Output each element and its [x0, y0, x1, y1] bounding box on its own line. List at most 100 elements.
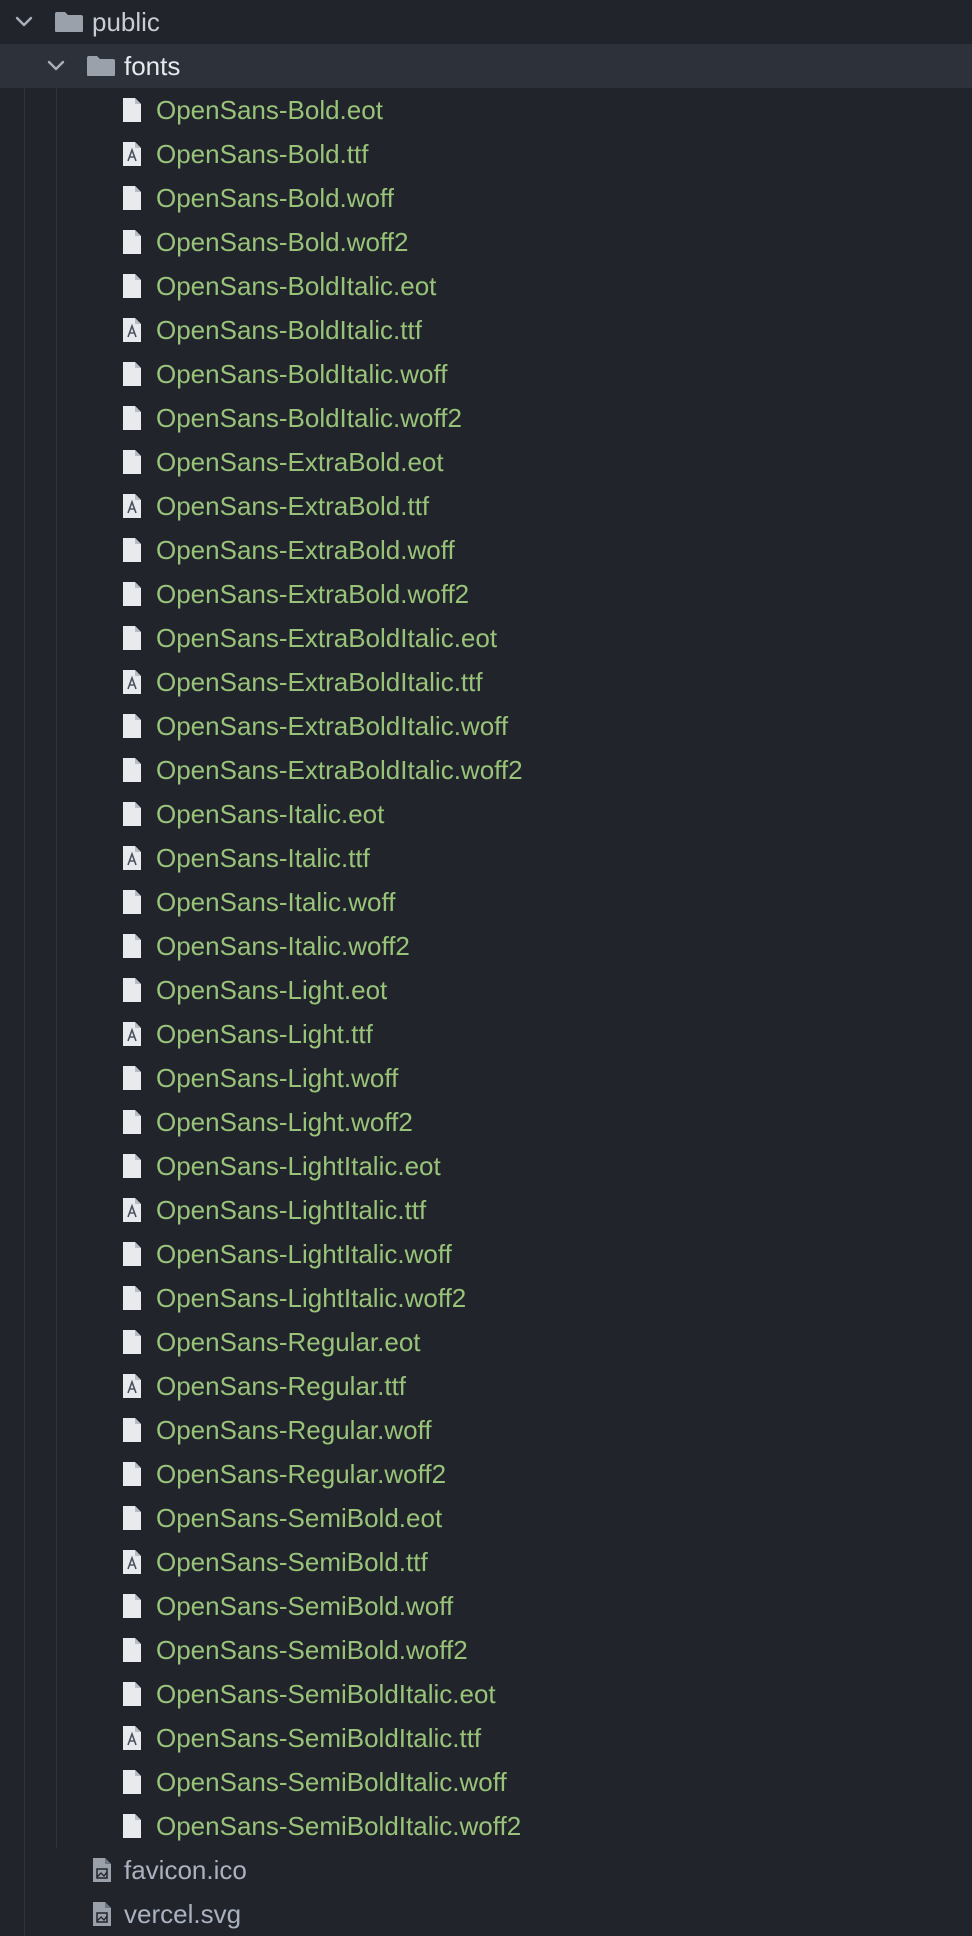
tree-file-row[interactable]: OpenSans-LightItalic.woff [0, 1232, 972, 1276]
font-file-icon [122, 1373, 142, 1399]
tree-file-row[interactable]: OpenSans-Bold.woff2 [0, 220, 972, 264]
font-file-icon [122, 141, 142, 167]
tree-file-row[interactable]: OpenSans-ExtraBold.eot [0, 440, 972, 484]
tree-file-row[interactable]: OpenSans-ExtraBoldItalic.woff [0, 704, 972, 748]
chevron-down-icon[interactable] [45, 55, 67, 77]
tree-file-row[interactable]: OpenSans-LightItalic.ttf [0, 1188, 972, 1232]
file-label: OpenSans-Italic.eot [156, 799, 385, 829]
file-label: OpenSans-BoldItalic.ttf [156, 315, 422, 345]
tree-file-row[interactable]: OpenSans-LightItalic.eot [0, 1144, 972, 1188]
tree-file-row[interactable]: OpenSans-Light.eot [0, 968, 972, 1012]
file-label: OpenSans-Regular.eot [156, 1327, 421, 1357]
file-label: OpenSans-SemiBoldItalic.woff2 [156, 1811, 522, 1841]
file-icon [122, 581, 142, 607]
tree-file-row[interactable]: OpenSans-ExtraBold.ttf [0, 484, 972, 528]
tree-file-row[interactable]: OpenSans-SemiBoldItalic.ttf [0, 1716, 972, 1760]
font-file-icon [122, 1725, 142, 1751]
tree-file-row[interactable]: OpenSans-SemiBoldItalic.woff2 [0, 1804, 972, 1848]
file-label: OpenSans-ExtraBoldItalic.eot [156, 623, 498, 653]
file-icon [122, 1065, 142, 1091]
tree-folder-fonts[interactable]: fonts [0, 44, 972, 88]
tree-file-row[interactable]: OpenSans-BoldItalic.eot [0, 264, 972, 308]
tree-file-row[interactable]: OpenSans-BoldItalic.woff [0, 352, 972, 396]
tree-file-row[interactable]: OpenSans-LightItalic.woff2 [0, 1276, 972, 1320]
font-file-icon [122, 493, 142, 519]
tree-file-row[interactable]: OpenSans-Light.woff [0, 1056, 972, 1100]
folder-label: public [92, 7, 160, 37]
file-label: OpenSans-SemiBold.eot [156, 1503, 443, 1533]
file-label: OpenSans-Light.ttf [156, 1019, 373, 1049]
chevron-down-icon[interactable] [13, 11, 35, 33]
tree-file-row[interactable]: OpenSans-BoldItalic.woff2 [0, 396, 972, 440]
tree-file-row[interactable]: OpenSans-Italic.woff2 [0, 924, 972, 968]
file-icon [122, 1769, 142, 1795]
file-icon [122, 1505, 142, 1531]
file-label: OpenSans-Light.eot [156, 975, 388, 1005]
tree-file-row[interactable]: OpenSans-Light.woff2 [0, 1100, 972, 1144]
tree-file-row[interactable]: OpenSans-Italic.ttf [0, 836, 972, 880]
file-tree: public fonts OpenSans-Bold.eot OpenSans-B… [0, 0, 972, 1936]
tree-file-row[interactable]: OpenSans-ExtraBold.woff [0, 528, 972, 572]
font-file-icon [122, 1549, 142, 1575]
file-label: OpenSans-SemiBold.ttf [156, 1547, 428, 1577]
tree-file-row[interactable]: OpenSans-Italic.eot [0, 792, 972, 836]
tree-file-row[interactable]: OpenSans-Regular.ttf [0, 1364, 972, 1408]
font-file-icon [122, 1021, 142, 1047]
font-file-icon [122, 1197, 142, 1223]
file-icon [122, 1813, 142, 1839]
file-label: OpenSans-BoldItalic.woff [156, 359, 448, 389]
file-icon [122, 1461, 142, 1487]
file-label: OpenSans-ExtraBoldItalic.woff [156, 711, 509, 741]
tree-file-row[interactable]: favicon.ico [0, 1848, 972, 1892]
folder-label: fonts [124, 51, 181, 81]
file-label: OpenSans-ExtraBold.woff [156, 535, 455, 565]
file-icon [122, 977, 142, 1003]
file-icon [122, 449, 142, 475]
file-icon [122, 1417, 142, 1443]
tree-file-row[interactable]: OpenSans-SemiBoldItalic.eot [0, 1672, 972, 1716]
file-label: OpenSans-Bold.ttf [156, 139, 369, 169]
image-file-icon [92, 1901, 112, 1927]
file-label: OpenSans-Regular.woff2 [156, 1459, 447, 1489]
tree-file-row[interactable]: OpenSans-BoldItalic.ttf [0, 308, 972, 352]
tree-file-row[interactable]: OpenSans-ExtraBoldItalic.eot [0, 616, 972, 660]
file-label: OpenSans-ExtraBold.ttf [156, 491, 430, 521]
file-label: OpenSans-SemiBoldItalic.ttf [156, 1723, 482, 1753]
tree-file-row[interactable]: OpenSans-Regular.woff2 [0, 1452, 972, 1496]
tree-file-row[interactable]: OpenSans-SemiBoldItalic.woff [0, 1760, 972, 1804]
tree-file-row[interactable]: OpenSans-ExtraBoldItalic.woff2 [0, 748, 972, 792]
tree-file-row[interactable]: OpenSans-ExtraBold.woff2 [0, 572, 972, 616]
tree-file-row[interactable]: OpenSans-Bold.ttf [0, 132, 972, 176]
tree-file-row[interactable]: OpenSans-SemiBold.woff2 [0, 1628, 972, 1672]
font-file-icon [122, 669, 142, 695]
folder-icon [86, 55, 116, 77]
file-icon [122, 1329, 142, 1355]
tree-file-row[interactable]: OpenSans-Italic.woff [0, 880, 972, 924]
tree-file-row[interactable]: OpenSans-Regular.woff [0, 1408, 972, 1452]
file-icon [122, 1241, 142, 1267]
tree-file-row[interactable]: OpenSans-SemiBold.eot [0, 1496, 972, 1540]
tree-file-row[interactable]: vercel.svg [0, 1892, 972, 1936]
file-icon [122, 889, 142, 915]
file-label: OpenSans-LightItalic.woff [156, 1239, 452, 1269]
font-file-icon [122, 845, 142, 871]
tree-file-row[interactable]: OpenSans-SemiBold.ttf [0, 1540, 972, 1584]
tree-folder-public[interactable]: public [0, 0, 972, 44]
file-label: OpenSans-ExtraBold.eot [156, 447, 444, 477]
file-label: OpenSans-Regular.woff [156, 1415, 432, 1445]
tree-file-row[interactable]: OpenSans-Bold.woff [0, 176, 972, 220]
tree-file-row[interactable]: OpenSans-ExtraBoldItalic.ttf [0, 660, 972, 704]
tree-file-row[interactable]: OpenSans-SemiBold.woff [0, 1584, 972, 1628]
file-icon [122, 933, 142, 959]
file-label: OpenSans-ExtraBold.woff2 [156, 579, 470, 609]
file-icon [122, 1109, 142, 1135]
tree-file-row[interactable]: OpenSans-Bold.eot [0, 88, 972, 132]
tree-file-row[interactable]: OpenSans-Regular.eot [0, 1320, 972, 1364]
file-label: OpenSans-LightItalic.ttf [156, 1195, 427, 1225]
file-icon [122, 713, 142, 739]
file-label: OpenSans-SemiBoldItalic.woff [156, 1767, 507, 1797]
file-icon [122, 1637, 142, 1663]
folder-icon [54, 11, 84, 33]
tree-file-row[interactable]: OpenSans-Light.ttf [0, 1012, 972, 1056]
file-icon [122, 625, 142, 651]
